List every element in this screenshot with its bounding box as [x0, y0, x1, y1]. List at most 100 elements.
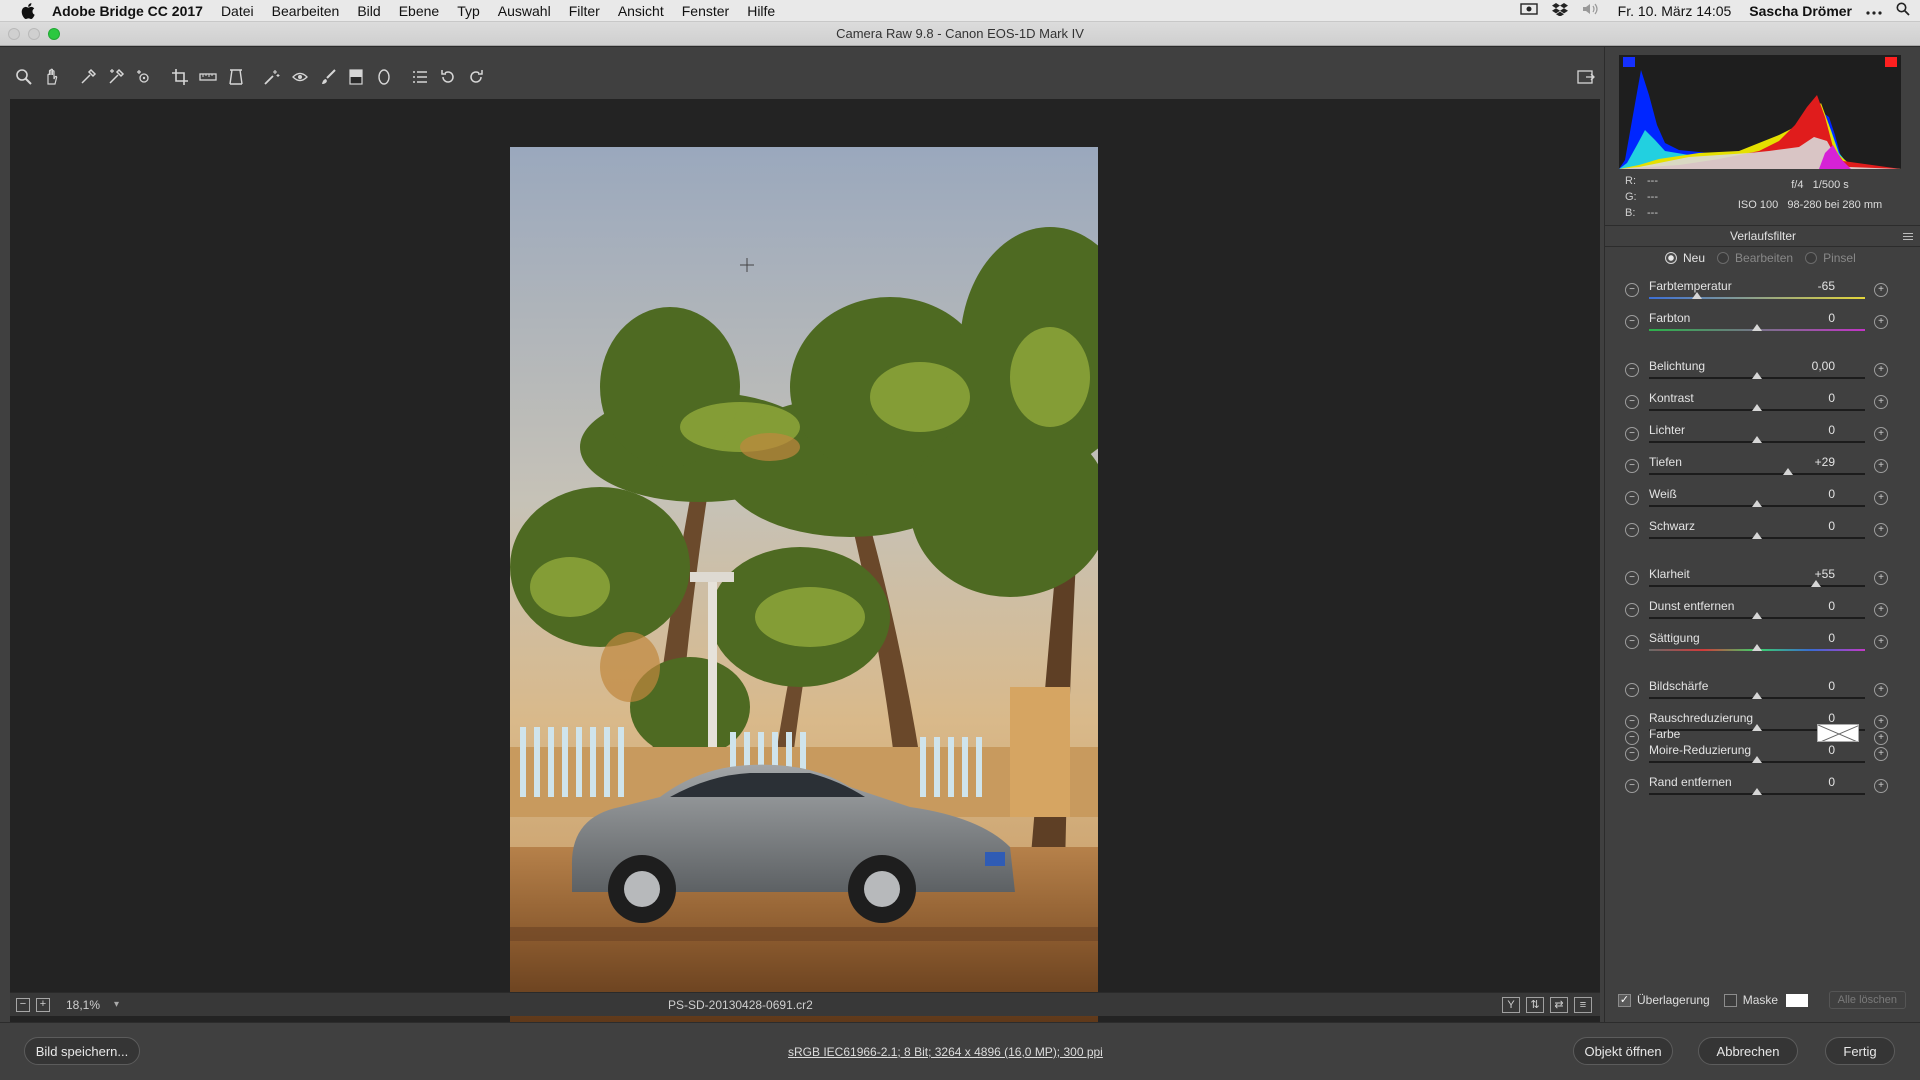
slider-value[interactable]: -65 [1785, 279, 1835, 293]
shadow-clipping-icon[interactable] [1623, 57, 1635, 67]
menu-fenster[interactable]: Fenster [673, 3, 738, 19]
slider-value[interactable]: 0 [1785, 391, 1835, 405]
slider-thumb[interactable] [1752, 692, 1762, 699]
apple-logo-icon[interactable] [18, 2, 38, 19]
slider-plus-button[interactable]: + [1874, 603, 1888, 617]
slider-minus-button[interactable]: − [1625, 459, 1639, 473]
chevron-down-icon[interactable]: ▾ [114, 999, 119, 1010]
clear-all-button[interactable]: Alle löschen [1828, 991, 1906, 1009]
slider-thumb[interactable] [1783, 468, 1794, 475]
zoom-tool-icon[interactable] [10, 63, 38, 91]
slider-track[interactable] [1649, 297, 1865, 299]
slider-plus-button[interactable]: + [1874, 363, 1888, 377]
slider-plus-button[interactable]: + [1874, 523, 1888, 537]
highlight-clipping-icon[interactable] [1885, 57, 1897, 67]
menu-hilfe[interactable]: Hilfe [738, 3, 784, 19]
radio-edit[interactable] [1717, 252, 1730, 264]
zoom-out-button[interactable]: − [16, 997, 30, 1012]
color-swatch[interactable] [1817, 724, 1859, 742]
slider-value[interactable]: 0 [1785, 423, 1835, 437]
menu-app-name[interactable]: Adobe Bridge CC 2017 [52, 3, 212, 19]
menu-auswahl[interactable]: Auswahl [489, 3, 560, 19]
mode-edit[interactable]: Bearbeiten [1717, 251, 1793, 265]
menu-typ[interactable]: Typ [448, 3, 489, 19]
color-plus-button[interactable]: + [1874, 731, 1888, 745]
slider-minus-button[interactable]: − [1625, 395, 1639, 409]
menu-bild[interactable]: Bild [348, 3, 389, 19]
slider-plus-button[interactable]: + [1874, 491, 1888, 505]
zoom-in-button[interactable]: + [36, 997, 50, 1012]
menubar-clock[interactable]: Fr. 10. März 14:05 [1614, 3, 1736, 19]
slider-thumb[interactable] [1752, 788, 1762, 795]
slider-minus-button[interactable]: − [1625, 523, 1639, 537]
color-minus-button[interactable]: − [1625, 731, 1639, 745]
slider-value[interactable]: 0 [1785, 519, 1835, 533]
slider-minus-button[interactable]: − [1625, 683, 1639, 697]
white-balance-tool-icon[interactable] [74, 63, 102, 91]
radial-filter-icon[interactable] [370, 63, 398, 91]
slider-plus-button[interactable]: + [1874, 315, 1888, 329]
slider-value[interactable]: 0 [1785, 775, 1835, 789]
slider-plus-button[interactable]: + [1874, 459, 1888, 473]
slider-value[interactable]: +29 [1785, 455, 1835, 469]
slider-value[interactable]: 0 [1785, 487, 1835, 501]
menu-ebene[interactable]: Ebene [390, 3, 448, 19]
zoom-level[interactable]: 18,1% [66, 998, 106, 1012]
slider-thumb[interactable] [1752, 532, 1762, 539]
straighten-tool-icon[interactable] [194, 63, 222, 91]
image-preview[interactable] [10, 99, 1600, 1039]
menu-datei[interactable]: Datei [212, 3, 263, 19]
slider-value[interactable]: 0 [1785, 631, 1835, 645]
slider-thumb[interactable] [1752, 756, 1762, 763]
mode-new[interactable]: Neu [1665, 251, 1705, 265]
slider-thumb[interactable] [1752, 612, 1762, 619]
fullscreen-window-button[interactable] [48, 28, 60, 40]
slider-plus-button[interactable]: + [1874, 635, 1888, 649]
red-eye-tool-icon[interactable] [286, 63, 314, 91]
slider-plus-button[interactable]: + [1874, 683, 1888, 697]
rotate-ccw-icon[interactable] [434, 63, 462, 91]
more-icon[interactable] [1866, 3, 1882, 19]
slider-plus-button[interactable]: + [1874, 571, 1888, 585]
slider-thumb[interactable] [1691, 292, 1702, 299]
mask-color-swatch[interactable] [1786, 993, 1809, 1007]
fullscreen-toggle-icon[interactable] [1572, 63, 1600, 91]
slider-value[interactable]: 0 [1785, 679, 1835, 693]
slider-value[interactable]: 0 [1785, 599, 1835, 613]
slider-minus-button[interactable]: − [1625, 491, 1639, 505]
graduated-filter-icon[interactable] [342, 63, 370, 91]
menubar-user[interactable]: Sascha Drömer [1749, 3, 1852, 19]
save-image-button[interactable]: Bild speichern... [24, 1037, 140, 1065]
spot-removal-tool-icon[interactable] [258, 63, 286, 91]
slider-track[interactable] [1649, 585, 1865, 587]
color-sampler-tool-icon[interactable] [102, 63, 130, 91]
mode-brush[interactable]: Pinsel [1805, 251, 1856, 265]
menu-filter[interactable]: Filter [560, 3, 609, 19]
menu-bearbeiten[interactable]: Bearbeiten [263, 3, 349, 19]
target-adjustment-tool-icon[interactable] [130, 63, 158, 91]
slider-value[interactable]: 0 [1785, 311, 1835, 325]
slider-thumb[interactable] [1752, 436, 1762, 443]
before-after-toggle-icon[interactable]: Y [1502, 996, 1520, 1013]
slider-value[interactable]: +55 [1785, 567, 1835, 581]
preview-photo[interactable] [510, 147, 1098, 1031]
cancel-button[interactable]: Abbrechen [1698, 1037, 1798, 1065]
slider-plus-button[interactable]: + [1874, 283, 1888, 297]
slider-thumb[interactable] [1752, 324, 1762, 331]
slider-value[interactable]: 0 [1785, 711, 1835, 725]
screen-capture-icon[interactable] [1519, 2, 1538, 19]
slider-thumb[interactable] [1752, 372, 1762, 379]
volume-icon[interactable] [1582, 2, 1600, 19]
menu-ansicht[interactable]: Ansicht [609, 3, 673, 19]
minimize-window-button[interactable] [28, 28, 40, 40]
radio-new[interactable] [1665, 252, 1677, 264]
overlay-checkbox[interactable]: ✓ [1618, 993, 1631, 1007]
spotlight-search-icon[interactable] [1896, 2, 1910, 19]
radio-brush[interactable] [1805, 252, 1818, 264]
slider-minus-button[interactable]: − [1625, 635, 1639, 649]
slider-thumb[interactable] [1811, 580, 1822, 587]
slider-minus-button[interactable]: − [1625, 779, 1639, 793]
slider-thumb[interactable] [1752, 404, 1762, 411]
mask-checkbox[interactable] [1723, 993, 1737, 1007]
slider-track[interactable] [1649, 473, 1865, 475]
